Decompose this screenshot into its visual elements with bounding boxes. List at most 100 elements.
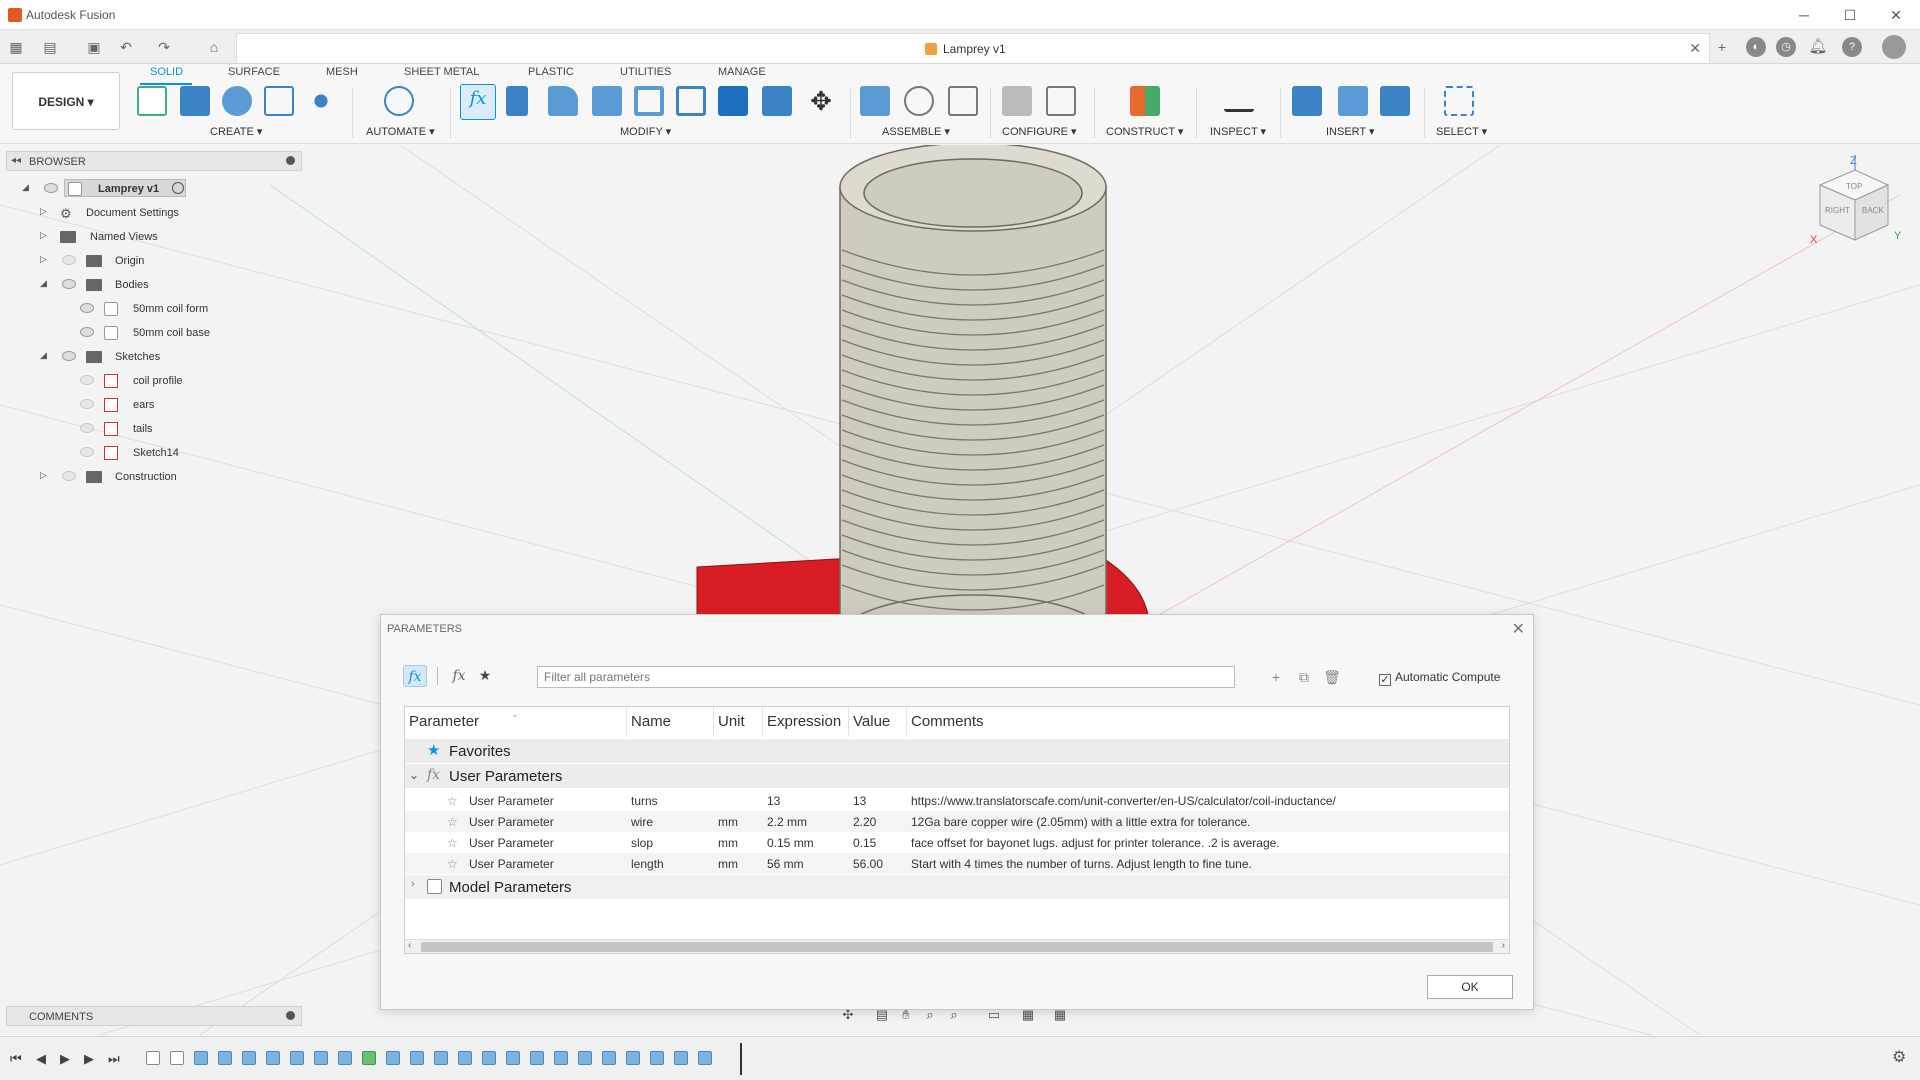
go-to-end-icon[interactable]: ⏭ — [108, 1051, 120, 1067]
cell-name[interactable]: length — [631, 857, 664, 871]
tab-sheet-metal[interactable]: SHEET METAL — [404, 66, 479, 78]
hidden-visibility-icon[interactable] — [80, 447, 94, 457]
job-status-icon[interactable]: ◷ — [1776, 37, 1796, 57]
tab-plastic[interactable]: PLASTIC — [528, 66, 574, 78]
column-header-unit[interactable]: Unit — [714, 707, 763, 737]
offset-plane-icon[interactable] — [1130, 86, 1160, 116]
timeline-feature[interactable] — [602, 1051, 616, 1065]
timeline-feature[interactable] — [698, 1051, 712, 1065]
tree-item-sketch[interactable]: tails — [0, 419, 300, 439]
horizontal-scrollbar[interactable]: ‹ › — [405, 939, 1509, 953]
column-header-expression[interactable]: Expression — [763, 707, 849, 737]
timeline-feature[interactable] — [266, 1051, 280, 1065]
favorite-star-icon[interactable]: ☆ — [447, 815, 458, 829]
favorites-group-row[interactable]: ★ Favorites — [405, 739, 1509, 763]
visibility-icon[interactable] — [62, 351, 76, 361]
copy-parameter-icon[interactable]: ⧉ — [1295, 668, 1313, 686]
timeline-feature[interactable] — [362, 1051, 376, 1065]
favorite-star-icon[interactable]: ☆ — [447, 794, 458, 808]
collapse-icon[interactable]: ◢ — [40, 350, 50, 361]
tree-item-construction[interactable]: ▷ Construction — [0, 467, 300, 487]
undo-icon[interactable]: ↶ — [116, 37, 136, 57]
timeline-feature[interactable] — [338, 1051, 352, 1065]
timeline-feature[interactable] — [386, 1051, 400, 1065]
tab-manage[interactable]: MANAGE — [718, 66, 766, 78]
automate-icon[interactable] — [384, 86, 414, 116]
filter-input[interactable] — [537, 666, 1235, 688]
filter-fx-icon[interactable]: fx — [447, 665, 471, 687]
timeline-feature[interactable] — [410, 1051, 424, 1065]
pattern-icon[interactable] — [306, 86, 336, 116]
timeline-feature[interactable] — [458, 1051, 472, 1065]
cell-name[interactable]: turns — [631, 794, 658, 808]
table-row[interactable]: ☆ User Parameter turns 13 13 https://www… — [405, 790, 1509, 811]
expand-icon[interactable]: ▷ — [40, 470, 50, 481]
group-inspect[interactable]: INSPECT ▾ — [1210, 125, 1266, 138]
revolve-icon[interactable] — [222, 86, 252, 116]
auto-compute-checkbox[interactable]: ✓ Automatic Compute — [1379, 670, 1500, 686]
timeline-feature[interactable] — [650, 1051, 664, 1065]
rectangle-icon[interactable] — [264, 86, 294, 116]
group-modify[interactable]: MODIFY ▾ — [620, 125, 671, 138]
favorite-star-icon[interactable]: ☆ — [447, 836, 458, 850]
tree-item-document-settings[interactable]: ▷ ⚙ Document Settings — [0, 203, 300, 223]
timeline-feature[interactable] — [146, 1051, 160, 1065]
collapse-icon[interactable]: ◢ — [22, 182, 32, 193]
save-icon[interactable]: ▣ — [84, 37, 104, 57]
visibility-icon[interactable] — [44, 183, 58, 193]
timeline-feature[interactable] — [170, 1051, 184, 1065]
tab-solid[interactable]: SOLID — [150, 66, 183, 78]
new-tab-icon[interactable]: + — [1712, 37, 1732, 57]
chevron-right-icon[interactable]: › — [411, 878, 415, 890]
workspace-switcher[interactable]: DESIGN ▾ — [12, 72, 120, 130]
cell-comment[interactable]: Start with 4 times the number of turns. … — [911, 857, 1252, 871]
hidden-visibility-icon[interactable] — [80, 399, 94, 409]
column-header-name[interactable]: Name — [627, 707, 714, 737]
tab-mesh[interactable]: MESH — [326, 66, 358, 78]
fillet-icon[interactable] — [548, 86, 578, 116]
table-row[interactable]: ☆ User Parameter slop mm 0.15 mm 0.15 fa… — [405, 832, 1509, 853]
cell-comment[interactable]: https://www.translatorscafe.com/unit-con… — [911, 794, 1336, 808]
move-icon[interactable]: ✥ — [806, 86, 836, 116]
home-icon[interactable]: ⌂ — [204, 37, 224, 57]
joint-icon[interactable] — [904, 86, 934, 116]
scroll-left-icon[interactable]: ‹ — [408, 940, 411, 951]
extensions-icon[interactable]: ◐ — [1746, 37, 1766, 57]
file-menu-icon[interactable]: ▤ — [40, 37, 60, 57]
cell-name[interactable]: wire — [631, 815, 653, 829]
avatar[interactable] — [1882, 35, 1906, 59]
expand-icon[interactable]: ▷ — [40, 206, 50, 217]
table-row[interactable]: ☆ User Parameter wire mm 2.2 mm 2.20 12G… — [405, 811, 1509, 832]
insert-mesh-icon[interactable] — [1338, 86, 1368, 116]
tree-root[interactable]: ◢ Lamprey v1 — [0, 179, 300, 199]
visibility-icon[interactable] — [80, 327, 94, 337]
visibility-icon[interactable] — [80, 303, 94, 313]
offset-face-icon[interactable] — [762, 86, 792, 116]
step-forward-icon[interactable]: ▶ — [84, 1051, 94, 1067]
all-parameters-fx-icon[interactable]: fx — [403, 665, 427, 687]
visibility-icon[interactable] — [62, 279, 76, 289]
timeline-feature[interactable] — [506, 1051, 520, 1065]
comments-panel[interactable]: COMMENTS — [6, 1006, 302, 1026]
timeline-feature[interactable] — [578, 1051, 592, 1065]
timeline-feature[interactable] — [530, 1051, 544, 1065]
tree-item-sketch[interactable]: coil profile — [0, 371, 300, 391]
config-table-icon[interactable] — [1046, 86, 1076, 116]
go-to-start-icon[interactable]: ⏮ — [10, 1051, 22, 1067]
group-insert[interactable]: INSERT ▾ — [1326, 125, 1375, 138]
group-automate[interactable]: AUTOMATE ▾ — [366, 125, 435, 138]
ok-button[interactable]: OK — [1427, 975, 1513, 999]
table-row[interactable]: ☆ User Parameter length mm 56 mm 56.00 S… — [405, 853, 1509, 874]
create-sketch-icon[interactable] — [137, 86, 167, 116]
activate-icon[interactable] — [172, 182, 184, 194]
select-box-icon[interactable] — [1444, 86, 1474, 116]
tree-item-bodies[interactable]: ◢ Bodies — [0, 275, 300, 295]
tree-item-sketch[interactable]: Sketch14 — [0, 443, 300, 463]
notifications-icon[interactable]: 🔔︎ — [1808, 37, 1828, 57]
column-header-comments[interactable]: Comments — [907, 707, 1509, 737]
collapse-icon[interactable]: ◢ — [40, 278, 50, 289]
tree-item-body[interactable]: 50mm coil base — [0, 323, 300, 343]
parameters-fx-icon[interactable]: fx — [460, 84, 496, 120]
hidden-visibility-icon[interactable] — [62, 255, 76, 265]
app-grid-icon[interactable]: ▦ — [6, 37, 26, 57]
